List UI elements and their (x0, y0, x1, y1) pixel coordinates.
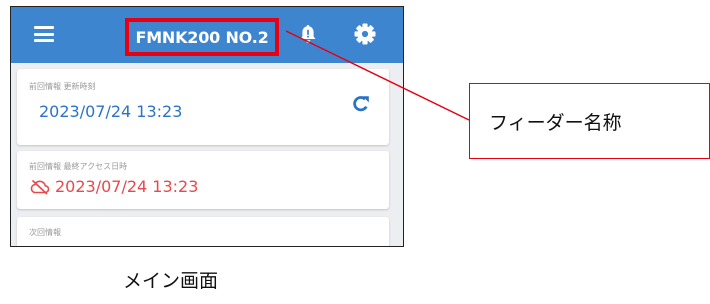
app-title: FMNK200 NO.2 (135, 27, 269, 47)
callout-label: フィーダー名称 (489, 112, 622, 134)
last-access-label: 前回情報 最終アクセス日時 (29, 162, 128, 171)
phone-screen: FMNK200 NO.2 前回情報 更新時刻 2023/07/24 13:23 (10, 6, 404, 247)
app-bar: FMNK200 NO.2 (11, 7, 403, 63)
bell-alert-icon[interactable] (299, 24, 317, 44)
menu-icon[interactable] (34, 26, 54, 42)
figure-caption: メイン画面 (123, 270, 219, 292)
last-access-value: 2023/07/24 13:23 (55, 177, 199, 196)
cloud-off-icon (30, 179, 50, 195)
next-info-card: 次回情報 (17, 217, 389, 246)
gear-icon[interactable] (354, 23, 376, 45)
update-time-value: 2023/07/24 13:23 (39, 102, 183, 121)
last-access-card: 前回情報 最終アクセス日時 2023/07/24 13:23 (17, 151, 389, 209)
update-time-label: 前回情報 更新時刻 (29, 82, 96, 91)
feeder-name-highlight: FMNK200 NO.2 (125, 18, 279, 56)
next-info-label: 次回情報 (29, 228, 61, 237)
refresh-icon[interactable] (351, 94, 371, 114)
feeder-name-callout: フィーダー名称 (469, 83, 710, 159)
update-time-card: 前回情報 更新時刻 2023/07/24 13:23 (17, 69, 389, 145)
